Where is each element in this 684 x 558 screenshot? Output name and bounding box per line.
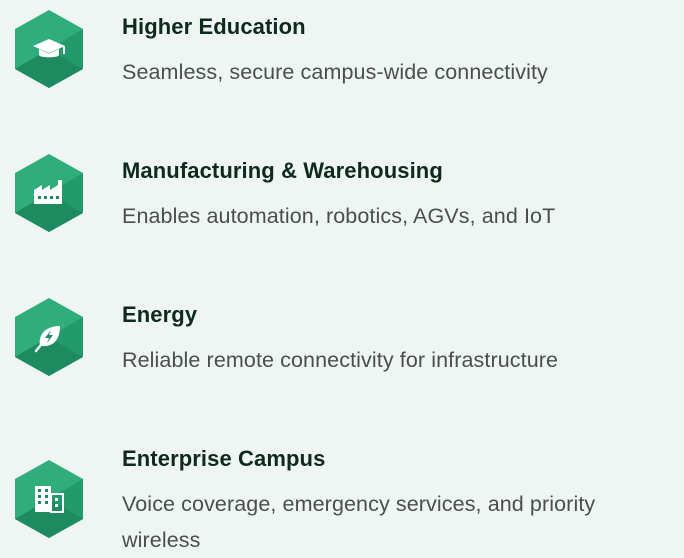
item-title: Enterprise Campus [122,446,326,471]
graduation-cap-icon [13,8,85,90]
item-title: Manufacturing & Warehousing [122,158,443,183]
item-description: Voice coverage, emergency services, and … [122,492,596,552]
item-description: Reliable remote connectivity for infrast… [122,348,559,372]
item-description: Seamless, secure campus-wide connectivit… [122,60,548,84]
energy-leaf-icon [13,296,85,378]
item-title: Higher Education [122,14,306,39]
industries-list: { "colors": { "hex_light": "#2fae7c", "h… [0,0,684,552]
item-title: Energy [122,302,198,327]
item-description: Enables automation, robotics, AGVs, and … [122,204,556,228]
factory-icon [13,152,85,234]
building-icon [13,458,85,540]
